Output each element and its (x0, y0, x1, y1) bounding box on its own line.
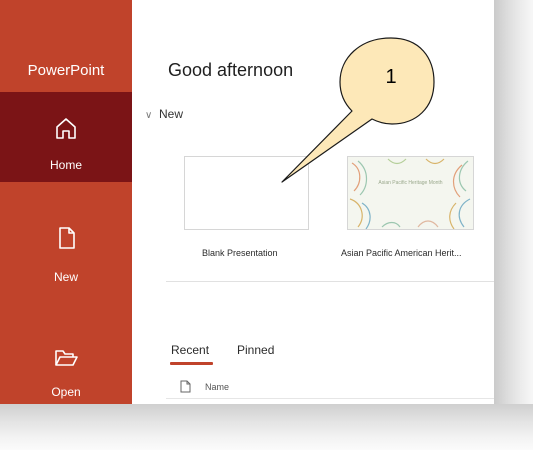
new-section-toggle[interactable]: ∨ New (145, 107, 183, 121)
file-type-icon (180, 380, 191, 393)
right-drop-shadow (493, 0, 533, 450)
chevron-down-icon: ∨ (145, 110, 153, 121)
selected-tab-indicator (170, 362, 213, 365)
name-column-header[interactable]: Name (205, 382, 229, 392)
powerpoint-start-window: PowerPoint Home New Open Good afternoon … (0, 0, 494, 404)
leaf-pattern-decoration (349, 158, 471, 229)
sidebar-item-open[interactable]: Open (0, 328, 132, 404)
bottom-drop-shadow (0, 404, 533, 450)
home-icon (56, 118, 76, 139)
list-divider (166, 398, 494, 399)
blank-presentation-thumbnail[interactable] (184, 156, 309, 230)
asian-pacific-template-thumbnail[interactable]: Asian Pacific Heritage Month (347, 156, 474, 230)
new-section-label: New (159, 107, 184, 121)
tab-recent[interactable]: Recent (171, 343, 209, 357)
blank-presentation-caption: Blank Presentation (202, 248, 278, 258)
callout-number: 1 (385, 66, 397, 88)
folder-open-icon (55, 350, 78, 366)
sidebar-item-home[interactable]: Home (0, 92, 132, 182)
new-document-icon (59, 227, 75, 249)
template-thumbnail-title: Asian Pacific Heritage Month (378, 180, 443, 186)
app-name: PowerPoint (27, 62, 105, 79)
sidebar-item-new[interactable]: New (0, 204, 132, 294)
sidebar: PowerPoint Home New Open (0, 0, 132, 404)
sidebar-item-label: New (53, 270, 78, 284)
template-caption: Asian Pacific American Herit... (341, 248, 462, 258)
sidebar-item-label: Home (49, 158, 82, 172)
sidebar-item-label: Open (51, 385, 81, 399)
tab-pinned[interactable]: Pinned (237, 343, 274, 357)
section-divider (166, 281, 494, 282)
greeting-title: Good afternoon (168, 60, 294, 80)
